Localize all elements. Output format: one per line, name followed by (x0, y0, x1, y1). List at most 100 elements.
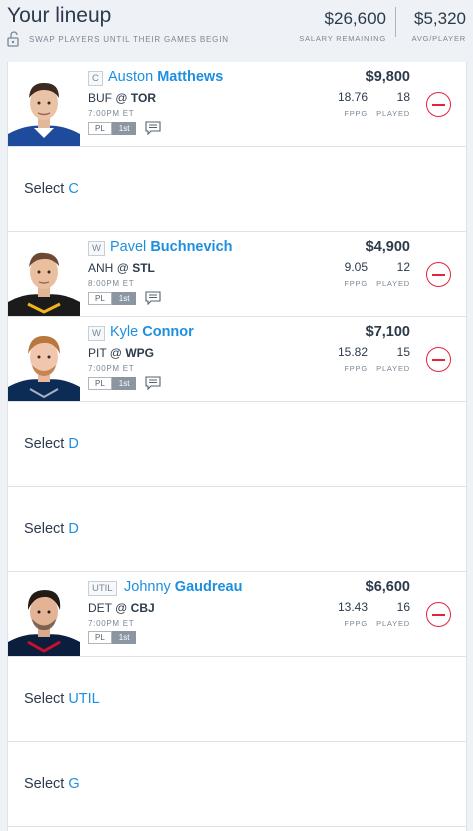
at-symbol: @ (109, 346, 122, 360)
select-position[interactable]: C (68, 181, 78, 197)
select-position[interactable]: G (68, 776, 79, 792)
remove-player-button[interactable] (426, 347, 451, 372)
remove-player-button[interactable] (426, 262, 451, 287)
player-photo (8, 327, 80, 401)
select-slot-c[interactable]: Select C (8, 147, 466, 232)
lineup-header: Your lineup SWAP PLAYERS UNTIL THEIR GAM… (0, 0, 473, 62)
fppg-label: FPPG (344, 364, 368, 373)
player-row-buchnevich[interactable]: W Pavel Buchnevich ANH @ STL 8:00PM ET P… (8, 232, 466, 317)
home-team: WPG (125, 346, 154, 360)
player-first-name[interactable]: Auston (108, 69, 153, 85)
at-symbol: @ (115, 91, 128, 105)
select-slot-d[interactable]: Select D (8, 487, 466, 572)
unit-tag: 1st (111, 121, 137, 135)
select-slot-g[interactable]: Select G (8, 742, 466, 827)
game-time: 7:00PM ET (88, 109, 135, 118)
home-team: TOR (130, 91, 156, 105)
select-label[interactable]: Select (24, 521, 64, 537)
unlock-icon (7, 31, 21, 47)
select-label[interactable]: Select (24, 436, 64, 452)
news-icon[interactable] (145, 376, 162, 391)
player-fppg: 18.76 (337, 90, 368, 104)
news-icon[interactable] (145, 121, 162, 136)
fppg-label: FPPG (344, 279, 368, 288)
select-label[interactable]: Select (24, 776, 64, 792)
player-name[interactable]: Kyle Connor (110, 324, 194, 340)
salary-remaining: $26,600 SALARY REMAINING (299, 9, 386, 43)
player-tags: PL 1st (88, 291, 162, 306)
player-games-played: 18 (396, 90, 410, 104)
player-salary: $4,900 (365, 239, 410, 255)
avg-player-value: $5,320 (414, 9, 466, 28)
player-name[interactable]: Johnny Gaudreau (124, 579, 242, 595)
salary-remaining-label: SALARY REMAINING (299, 34, 386, 43)
player-salary: $7,100 (365, 324, 410, 340)
lineup-list: C Auston Matthews BUF @ TOR 7:00PM ET PL… (7, 62, 467, 831)
player-last-name[interactable]: Matthews (157, 69, 223, 85)
select-label[interactable]: Select (24, 691, 64, 707)
away-team: BUF (88, 91, 112, 105)
player-salary: $9,800 (365, 69, 410, 85)
swap-notice-text: SWAP PLAYERS UNTIL THEIR GAMES BEGIN (29, 34, 229, 44)
player-games-played: 16 (396, 600, 410, 614)
select-slot-util[interactable]: Select UTIL (8, 657, 466, 742)
line-tag: PL (88, 291, 112, 305)
header-divider (395, 7, 396, 37)
page-title: Your lineup (7, 4, 112, 27)
player-first-name[interactable]: Johnny (124, 579, 171, 595)
player-last-name[interactable]: Buchnevich (150, 239, 232, 255)
swap-notice: SWAP PLAYERS UNTIL THEIR GAMES BEGIN (7, 31, 229, 47)
player-photo (8, 72, 80, 146)
fppg-label: FPPG (344, 109, 368, 118)
position-badge: W (88, 241, 105, 256)
unit-tag: 1st (111, 291, 137, 305)
line-tag: PL (88, 376, 112, 390)
unit-tag: 1st (111, 631, 137, 644)
salary-remaining-value: $26,600 (324, 9, 386, 28)
select-label[interactable]: Select (24, 181, 64, 197)
game-time: 8:00PM ET (88, 279, 135, 288)
player-salary: $6,600 (365, 579, 410, 595)
player-name[interactable]: Pavel Buchnevich (110, 239, 233, 255)
player-fppg: 15.82 (337, 345, 368, 359)
game-time: 7:00PM ET (88, 364, 135, 373)
player-photo (8, 242, 80, 316)
played-label: PLAYED (376, 619, 410, 628)
position-badge: W (88, 326, 105, 341)
select-position[interactable]: D (68, 521, 78, 537)
news-icon[interactable] (145, 291, 162, 306)
player-tags: PL 1st (88, 376, 162, 391)
game-matchup: DET @ CBJ (88, 601, 155, 615)
fppg-label: FPPG (344, 619, 368, 628)
player-fppg: 13.43 (337, 600, 368, 614)
player-last-name[interactable]: Connor (142, 324, 194, 340)
line-tag: PL (88, 121, 112, 135)
home-team: STL (132, 261, 155, 275)
player-row-gaudreau[interactable]: UTIL Johnny Gaudreau DET @ CBJ 7:00PM ET… (8, 572, 466, 657)
player-fppg: 9.05 (344, 260, 368, 274)
player-photo (8, 582, 80, 656)
select-position[interactable]: UTIL (68, 691, 99, 707)
away-team: DET (88, 601, 112, 615)
player-row-connor[interactable]: W Kyle Connor PIT @ WPG 7:00PM ET PL 1st… (8, 317, 466, 402)
remove-player-button[interactable] (426, 602, 451, 627)
avg-player-label: AVG/PLAYER (411, 34, 466, 43)
select-position[interactable]: D (68, 436, 78, 452)
remove-player-button[interactable] (426, 92, 451, 117)
away-team: PIT (88, 346, 107, 360)
player-name[interactable]: Auston Matthews (108, 69, 223, 85)
game-matchup: BUF @ TOR (88, 91, 156, 105)
played-label: PLAYED (376, 279, 410, 288)
player-last-name[interactable]: Gaudreau (175, 579, 243, 595)
player-tags: PL 1st (88, 631, 137, 644)
player-first-name[interactable]: Kyle (110, 324, 138, 340)
player-games-played: 15 (396, 345, 410, 359)
player-row-matthews[interactable]: C Auston Matthews BUF @ TOR 7:00PM ET PL… (8, 62, 466, 147)
position-badge: C (88, 71, 103, 86)
select-slot-d[interactable]: Select D (8, 402, 466, 487)
position-badge: UTIL (88, 581, 117, 596)
player-first-name[interactable]: Pavel (110, 239, 146, 255)
player-games-played: 12 (396, 260, 410, 274)
game-time: 7:00PM ET (88, 619, 135, 628)
at-symbol: @ (115, 601, 128, 615)
